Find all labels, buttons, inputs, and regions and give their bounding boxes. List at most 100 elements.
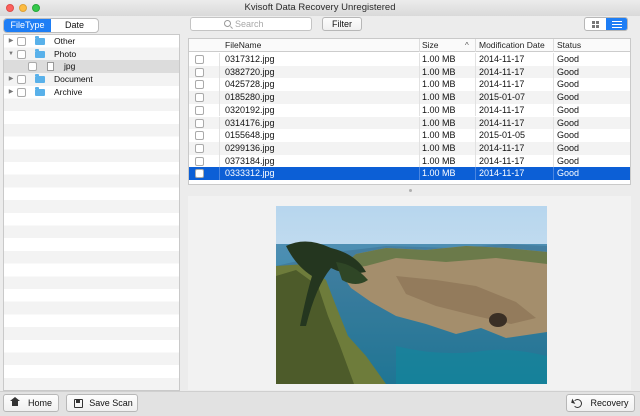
table-row[interactable]: 0185280.jpg 1.00 MB 2015-01-07 Good	[189, 91, 630, 104]
file-size: 1.00 MB	[422, 130, 456, 141]
tree-item-photo[interactable]: ▼ Photo	[4, 48, 179, 61]
tree-checkbox[interactable]	[17, 75, 26, 85]
column-divider	[419, 129, 420, 142]
col-filename[interactable]: FileName	[225, 39, 261, 52]
file-type-tree: ▶ Other ▼ Photo jpg ▶ Document ▶ Archive	[3, 34, 180, 391]
file-date: 2014-11-17	[479, 79, 525, 90]
table-row[interactable]: 0425728.jpg 1.00 MB 2014-11-17 Good	[189, 78, 630, 92]
file-name: 0185280.jpg	[225, 92, 275, 103]
sort-ascending-icon: ^	[465, 41, 469, 50]
tree-item-document[interactable]: ▶ Document	[4, 73, 179, 86]
tree-item-label: Other	[54, 36, 76, 46]
row-checkbox[interactable]	[195, 169, 204, 179]
recovery-label: Recovery	[590, 398, 629, 408]
tree-item-jpg[interactable]: jpg	[4, 60, 179, 74]
recovery-button[interactable]: Recovery	[566, 394, 635, 412]
tree-item-label: jpg	[64, 61, 76, 72]
collapse-triangle-icon[interactable]: ▼	[8, 48, 14, 61]
close-window-button[interactable]	[6, 4, 14, 12]
file-name: 0320192.jpg	[225, 104, 275, 115]
table-row[interactable]: 0155648.jpg 1.00 MB 2015-01-05 Good	[189, 129, 630, 142]
file-name: 0425728.jpg	[225, 79, 275, 90]
recovery-icon	[573, 399, 582, 408]
file-status: Good	[557, 104, 580, 115]
table-row[interactable]: 0373184.jpg 1.00 MB 2014-11-17 Good	[189, 154, 630, 168]
column-divider	[219, 78, 220, 92]
expand-triangle-icon[interactable]: ▶	[8, 86, 14, 99]
column-divider	[219, 91, 220, 104]
row-checkbox[interactable]	[195, 105, 204, 115]
file-status: Good	[557, 168, 580, 179]
column-divider	[219, 116, 220, 130]
folder-icon	[35, 74, 45, 84]
column-divider	[553, 65, 554, 79]
folder-icon	[35, 86, 45, 96]
file-status: Good	[557, 54, 580, 64]
file-status: Good	[557, 130, 580, 141]
row-checkbox[interactable]	[195, 143, 204, 153]
home-button[interactable]: Home	[3, 394, 59, 412]
row-checkbox[interactable]	[195, 118, 204, 128]
file-date: 2014-11-17	[479, 66, 525, 77]
view-mode-toggle	[584, 17, 628, 31]
column-divider	[219, 141, 220, 155]
tree-checkbox[interactable]	[17, 87, 26, 97]
table-header: FileName Size ^ Modification Date Status	[189, 39, 630, 52]
title-bar: Kvisoft Data Recovery Unregistered	[0, 0, 640, 16]
minimize-window-button[interactable]	[19, 4, 27, 12]
expand-triangle-icon[interactable]: ▶	[8, 73, 14, 86]
column-divider[interactable]	[419, 39, 420, 52]
row-checkbox[interactable]	[195, 156, 204, 166]
row-checkbox[interactable]	[195, 55, 204, 64]
save-scan-button[interactable]: Save Scan	[66, 394, 138, 412]
file-date: 2014-11-17	[479, 168, 525, 179]
row-checkbox[interactable]	[195, 93, 204, 103]
tree-checkbox[interactable]	[28, 62, 37, 72]
grid-view-icon	[592, 21, 599, 28]
file-status: Good	[557, 155, 580, 166]
file-size: 1.00 MB	[422, 142, 456, 153]
table-row[interactable]: 0314176.jpg 1.00 MB 2014-11-17 Good	[189, 116, 630, 130]
search-input[interactable]: Search	[190, 17, 312, 31]
table-row[interactable]: 0299136.jpg 1.00 MB 2014-11-17 Good	[189, 141, 630, 155]
tree-checkbox[interactable]	[17, 49, 26, 59]
file-size: 1.00 MB	[422, 79, 456, 90]
filter-button[interactable]: Filter	[322, 17, 362, 31]
tree-item-archive[interactable]: ▶ Archive	[4, 86, 179, 99]
file-date: 2014-11-17	[479, 155, 525, 166]
table-row[interactable]: 0320192.jpg 1.00 MB 2014-11-17 Good	[189, 103, 630, 117]
row-checkbox[interactable]	[195, 80, 204, 90]
maximize-window-button[interactable]	[32, 4, 40, 12]
table-row[interactable]: 0317312.jpg 1.00 MB 2014-11-17 Good	[189, 53, 630, 66]
col-modification-date[interactable]: Modification Date	[479, 39, 545, 52]
column-divider[interactable]	[475, 39, 476, 52]
column-divider	[475, 103, 476, 117]
search-placeholder: Search	[235, 19, 264, 29]
col-status[interactable]: Status	[557, 39, 581, 52]
file-status: Good	[557, 142, 580, 153]
tab-date[interactable]: Date	[51, 19, 98, 32]
column-divider	[419, 65, 420, 79]
tab-filetype[interactable]: FileType	[4, 19, 51, 32]
grid-view-button[interactable]	[585, 18, 606, 30]
folder-icon	[35, 36, 45, 45]
file-icon	[47, 62, 54, 72]
expand-triangle-icon[interactable]: ▶	[8, 35, 14, 48]
column-divider	[553, 91, 554, 104]
col-size[interactable]: Size	[422, 39, 439, 52]
tree-checkbox[interactable]	[17, 37, 26, 46]
save-scan-label: Save Scan	[89, 398, 133, 408]
column-divider[interactable]	[553, 39, 554, 52]
column-divider	[553, 53, 554, 66]
column-divider	[475, 53, 476, 66]
tree-item-other[interactable]: ▶ Other	[4, 35, 179, 48]
file-size: 1.00 MB	[422, 92, 456, 103]
list-view-button[interactable]	[606, 18, 627, 30]
column-divider	[553, 141, 554, 155]
table-row[interactable]: 0382720.jpg 1.00 MB 2014-11-17 Good	[189, 65, 630, 79]
pane-splitter-handle[interactable]	[409, 189, 412, 192]
file-size: 1.00 MB	[422, 155, 456, 166]
row-checkbox[interactable]	[195, 67, 204, 77]
table-row-selected[interactable]: 0333312.jpg 1.00 MB 2014-11-17 Good	[189, 167, 630, 180]
row-checkbox[interactable]	[195, 131, 204, 141]
